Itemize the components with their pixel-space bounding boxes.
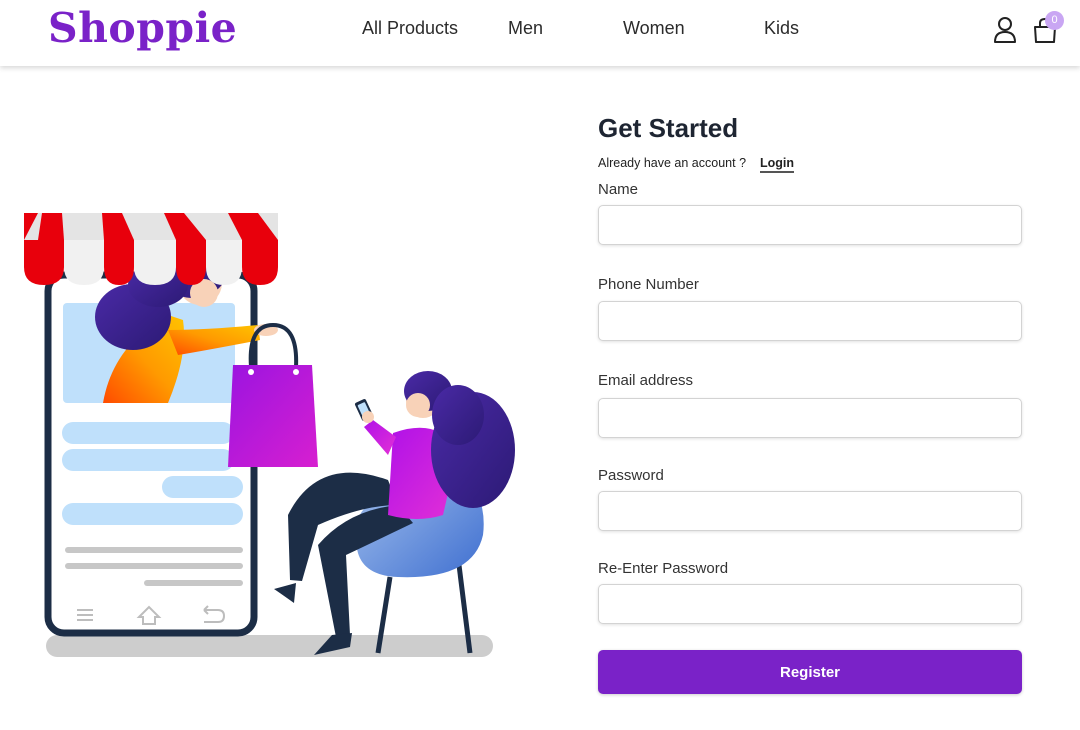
cart-count-badge: 0: [1045, 11, 1064, 30]
nav-men[interactable]: Men: [508, 18, 543, 39]
shopping-illustration: [18, 205, 518, 665]
reenter-password-input[interactable]: [598, 584, 1022, 624]
phone-input[interactable]: [598, 301, 1022, 341]
name-label: Name: [598, 181, 639, 198]
phone-label: Phone Number: [598, 276, 699, 293]
user-icon[interactable]: [993, 16, 1017, 44]
email-input[interactable]: [598, 398, 1022, 438]
nav-all-products[interactable]: All Products: [362, 18, 458, 39]
login-link[interactable]: Login: [760, 156, 795, 173]
email-label: Email address: [598, 372, 694, 389]
name-input[interactable]: [598, 205, 1022, 245]
register-button[interactable]: Register: [598, 650, 1022, 694]
nav-kids[interactable]: Kids: [764, 18, 799, 39]
brand-logo[interactable]: Shoppie: [48, 4, 237, 52]
account-prompt: Already have an account ?: [598, 156, 747, 170]
nav-women[interactable]: Women: [623, 18, 685, 39]
password-input[interactable]: [598, 491, 1022, 531]
reenter-password-label: Re-Enter Password: [598, 560, 729, 577]
form-title: Get Started: [598, 113, 739, 143]
top-navbar: Shoppie All Products Men Women Kids 0: [0, 0, 1080, 66]
password-label: Password: [598, 467, 664, 484]
